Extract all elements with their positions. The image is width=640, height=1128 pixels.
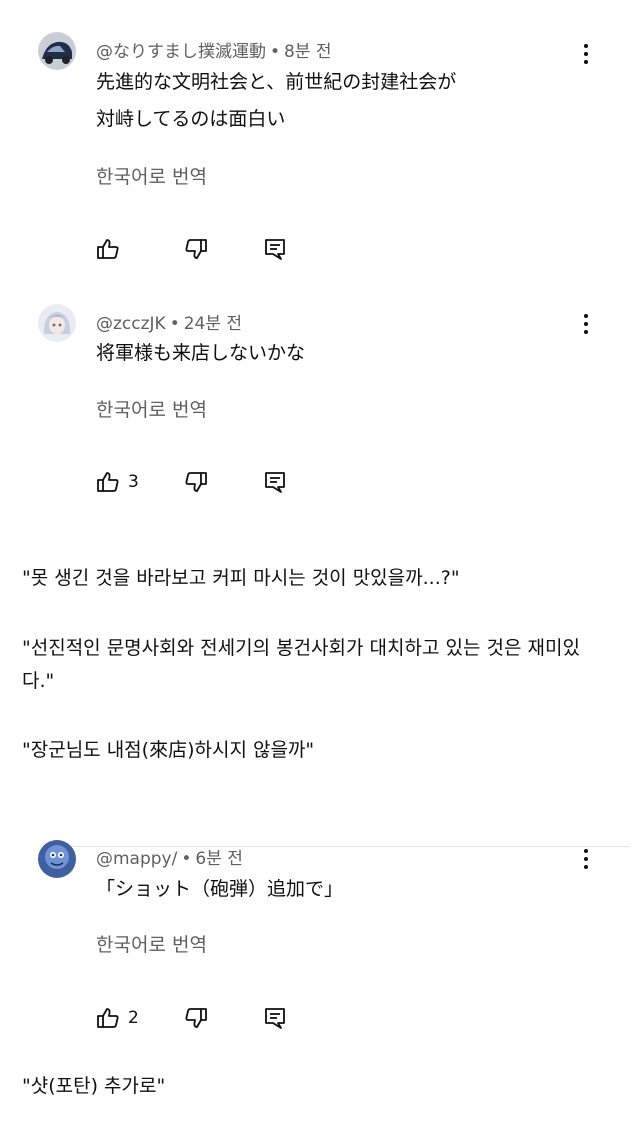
thumbs-up-icon bbox=[97, 472, 119, 492]
like-button[interactable]: 3 bbox=[96, 469, 139, 495]
like-button[interactable] bbox=[96, 236, 120, 262]
comment-time: 6분 전 bbox=[195, 849, 243, 869]
comment-actions: 3 bbox=[96, 469, 316, 495]
blue-character-avatar-icon[interactable] bbox=[38, 840, 76, 878]
thumbs-up-icon bbox=[97, 239, 119, 259]
comment-meta: @mappy/• 6분 전 bbox=[96, 844, 243, 869]
thumbs-down-icon bbox=[185, 1008, 207, 1028]
anime-avatar-icon[interactable] bbox=[38, 304, 76, 342]
comment-line: 「ショット（砲弾）追加で」 bbox=[96, 878, 344, 900]
comment-time: 8분 전 bbox=[284, 42, 332, 62]
translation-quote: "장군님도 내점(來店)하시지 않을까" bbox=[22, 739, 315, 761]
comment-text: 先進的な文明社会と、前世紀の封建社会が 対峙してるのは面白い bbox=[96, 64, 456, 138]
translate-button[interactable]: 한국어로 번역 bbox=[96, 395, 207, 422]
more-vertical-icon[interactable] bbox=[576, 847, 596, 871]
translation-quote: "선진적인 문명사회와 전세기의 봉건사회가 대치하고 있는 것은 재미있 다.… bbox=[22, 632, 622, 698]
comment-text: 「ショット（砲弾）追加で」 bbox=[96, 871, 343, 908]
reply-button[interactable] bbox=[264, 236, 286, 262]
comment-author[interactable]: @なりすまし撲滅運動 bbox=[96, 42, 266, 62]
comment-meta: @zcczJK • 24분 전 bbox=[96, 309, 242, 334]
comment-author[interactable]: @mappy/ bbox=[96, 849, 177, 869]
dislike-button[interactable] bbox=[184, 236, 208, 262]
dislike-button[interactable] bbox=[184, 469, 208, 495]
more-vertical-icon[interactable] bbox=[576, 312, 596, 336]
comment-actions bbox=[96, 236, 316, 262]
translation-quote-line: 다." bbox=[22, 670, 55, 692]
like-button[interactable]: 2 bbox=[96, 1005, 139, 1031]
reply-icon bbox=[265, 1008, 285, 1029]
separator-dot: • bbox=[181, 849, 192, 869]
thumbs-up-icon bbox=[97, 1008, 119, 1028]
separator-dot: • bbox=[169, 314, 180, 334]
translation-quote: "못 생긴 것을 바라보고 커피 마시는 것이 맛있을까...?" bbox=[22, 567, 460, 589]
dislike-button[interactable] bbox=[184, 1005, 208, 1031]
reply-icon bbox=[265, 239, 285, 260]
comment-line: 対峙してるのは面白い bbox=[96, 108, 286, 130]
reply-button[interactable] bbox=[264, 1005, 286, 1031]
comment-text: 将軍様も来店しないかな bbox=[96, 335, 305, 372]
translate-button[interactable]: 한국어로 번역 bbox=[96, 930, 207, 957]
comment-line: 将軍様も来店しないかな bbox=[96, 342, 306, 364]
reply-button[interactable] bbox=[264, 469, 286, 495]
more-vertical-icon[interactable] bbox=[576, 42, 596, 66]
thumbs-down-icon bbox=[185, 472, 207, 492]
thumbs-down-icon bbox=[185, 239, 207, 259]
comment-meta: @なりすまし撲滅運動 • 8분 전 bbox=[96, 37, 332, 62]
comment-author[interactable]: @zcczJK bbox=[96, 314, 166, 334]
translate-button[interactable]: 한국어로 번역 bbox=[96, 162, 207, 189]
comment-time: 24분 전 bbox=[183, 314, 243, 334]
separator-dot: • bbox=[270, 42, 281, 62]
like-count: 3 bbox=[128, 472, 139, 492]
comment-actions: 2 bbox=[96, 1005, 316, 1031]
translation-quote: "샷(포탄) 추가로" bbox=[22, 1075, 166, 1097]
reply-icon bbox=[265, 472, 285, 493]
car-avatar-icon[interactable] bbox=[38, 32, 76, 70]
comment-line: 先進的な文明社会と、前世紀の封建社会が bbox=[96, 71, 457, 93]
like-count: 2 bbox=[128, 1008, 139, 1028]
translation-quote-line: "선진적인 문명사회와 전세기의 봉건사회가 대치하고 있는 것은 재미있 bbox=[22, 637, 580, 659]
